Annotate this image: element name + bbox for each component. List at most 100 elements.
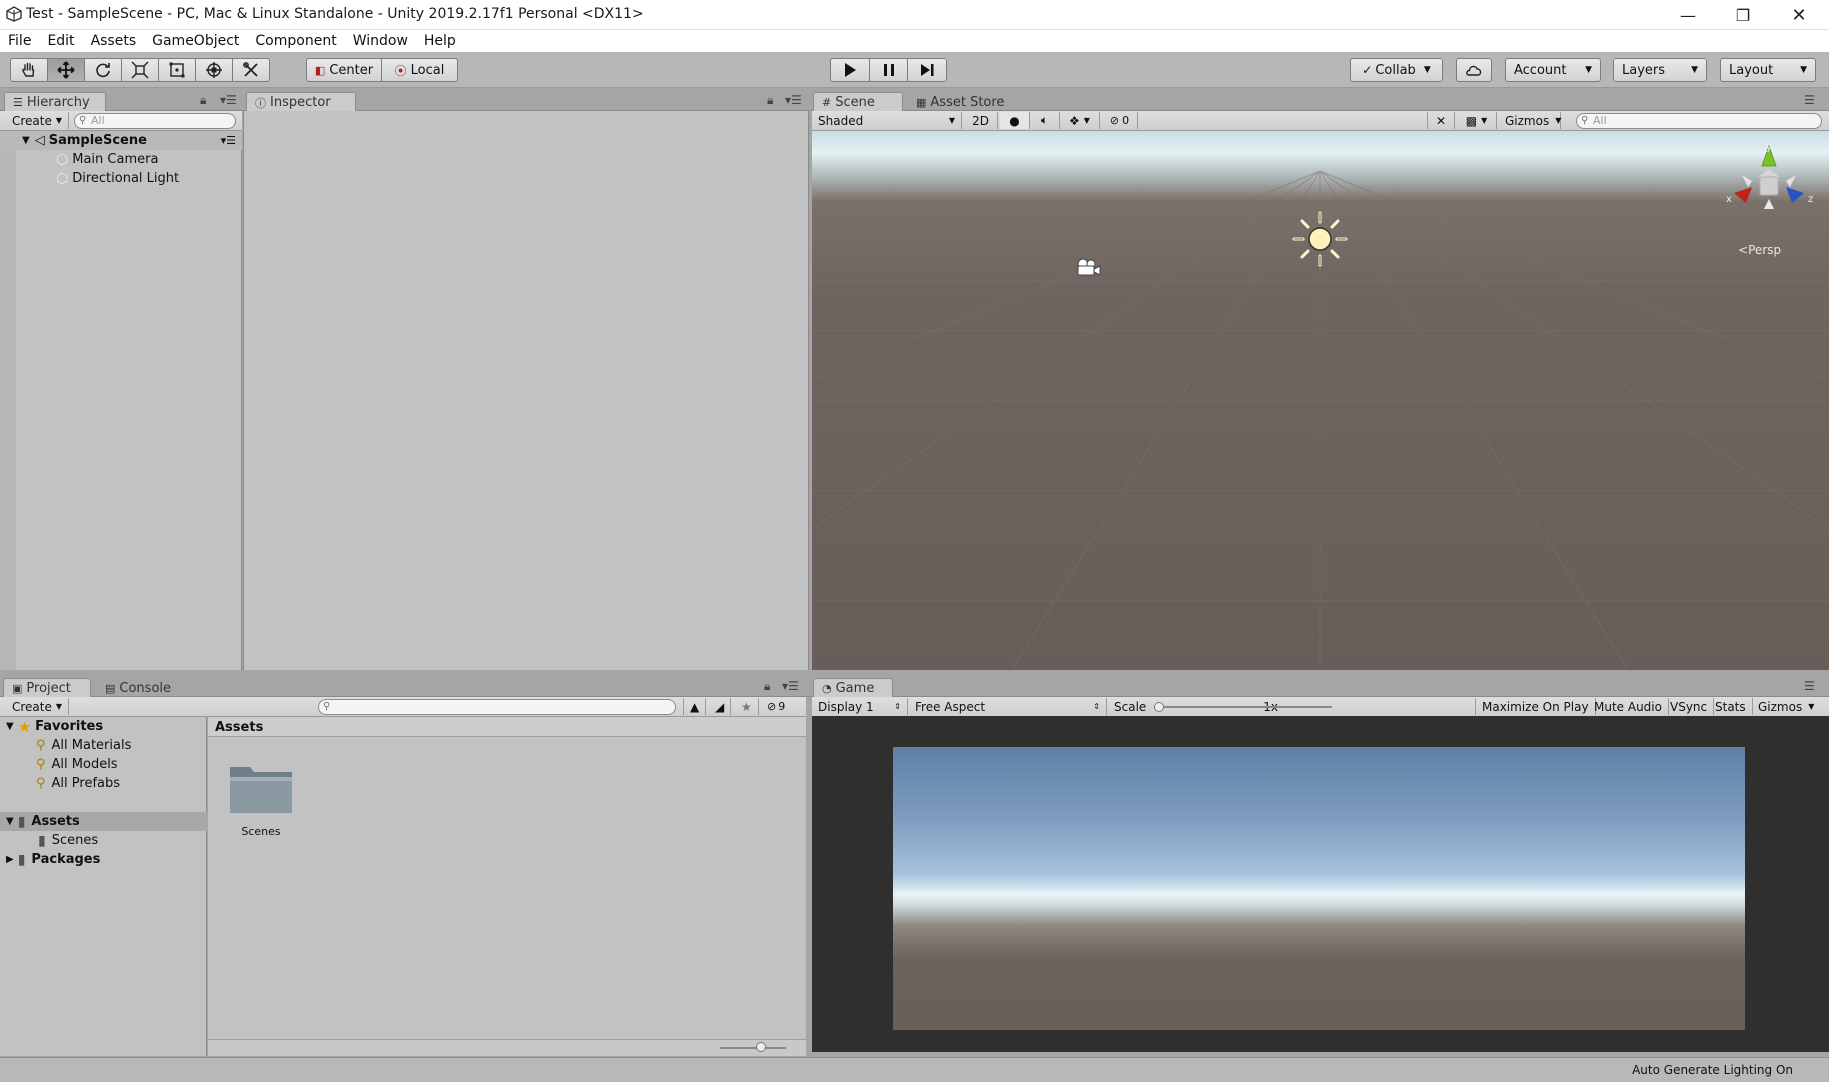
menu-component[interactable]: Component [247, 33, 344, 49]
project-footer [208, 1039, 806, 1056]
folder-item[interactable]: ▮ Scenes [0, 831, 98, 850]
menu-edit[interactable]: Edit [39, 33, 82, 49]
lock-icon[interactable]: 🔒︎ [767, 93, 773, 108]
scene-viewport[interactable]: y x z <Persp [812, 131, 1829, 670]
hand-tool-icon[interactable] [10, 58, 48, 82]
updown-arrows-icon: ⇕ [1093, 702, 1100, 711]
lock-icon[interactable]: 🔒︎ [200, 93, 206, 108]
cloud-button[interactable] [1456, 58, 1492, 82]
asset-folder-tile[interactable]: Scenes [226, 759, 296, 838]
pivot-rotation-button[interactable]: ⦿ Local [381, 58, 458, 82]
hierarchy-item[interactable]: ⬡ Main Camera [0, 150, 158, 169]
stats-label: Stats [1715, 699, 1746, 714]
menu-file[interactable]: File [0, 33, 39, 49]
project-create-button[interactable]: Create ▼ [6, 698, 70, 715]
scene-gizmos-dropdown[interactable]: Gizmos ▼ [1499, 112, 1561, 129]
collab-button[interactable]: ✓ Collab ▼ [1350, 58, 1443, 82]
breadcrumb-label[interactable]: Assets [215, 720, 263, 735]
game-gizmos-dropdown[interactable]: Gizmos ▼ [1752, 698, 1820, 715]
2d-mode-toggle[interactable]: 2D [964, 112, 998, 129]
mute-audio-label: Mute Audio [1594, 699, 1662, 714]
panel-menu-icon[interactable]: ☰ [1804, 679, 1815, 693]
projection-toggle[interactable]: <Persp [1738, 243, 1781, 257]
step-button[interactable] [907, 58, 947, 82]
shading-mode-dropdown[interactable]: Shaded ▼ [812, 112, 962, 129]
play-button[interactable] [830, 58, 870, 82]
stats-toggle[interactable]: Stats [1709, 698, 1753, 715]
panel-menu-icon[interactable]: ☰ [1804, 93, 1815, 107]
game-viewport[interactable] [893, 747, 1745, 1030]
layout-dropdown[interactable]: Layout ▼ [1720, 58, 1816, 82]
close-icon[interactable]: ✕ [1776, 0, 1822, 30]
search-icon: ⚲ [79, 115, 87, 126]
favorite-item[interactable]: ⚲ All Models [0, 755, 118, 774]
favorites-label: Favorites [35, 719, 104, 734]
menu-gameobject[interactable]: GameObject [144, 33, 247, 49]
hidden-packages-toggle[interactable]: ⊘ 9 [761, 698, 791, 715]
menu-window[interactable]: Window [345, 33, 416, 49]
lighting-toggle[interactable]: ● [1000, 112, 1030, 129]
project-search-input[interactable]: ⚲ [318, 699, 676, 715]
save-search-button[interactable]: ★ [735, 698, 759, 715]
account-dropdown[interactable]: Account ▼ [1505, 58, 1601, 82]
icon-size-slider-thumb[interactable] [756, 1042, 766, 1052]
icon-size-slider-track[interactable] [720, 1047, 786, 1049]
project-folder-tree: ▼ ★ Favorites ⚲ All Materials ⚲ All Mode… [0, 717, 207, 1056]
maximize-on-play-toggle[interactable]: Maximize On Play [1475, 698, 1596, 715]
vsync-toggle[interactable]: VSync [1664, 698, 1715, 715]
menu-help[interactable]: Help [416, 33, 464, 49]
search-by-label-button[interactable]: ◢ [709, 698, 732, 715]
pivot-mode-button[interactable]: ◧ Center [306, 58, 382, 82]
effects-dropdown[interactable]: ❖ ▼ [1060, 112, 1100, 129]
audio-toggle[interactable]: 🔈︎ [1030, 112, 1060, 129]
favorite-item[interactable]: ⚲ All Materials [0, 736, 131, 755]
rotate-tool-icon[interactable] [84, 58, 122, 82]
scale-slider[interactable] [1154, 701, 1333, 712]
tab-console[interactable]: ▤ Console [96, 678, 186, 698]
favorites-row[interactable]: ▼ ★ Favorites [0, 717, 103, 736]
scene-tools-button[interactable]: ✕ [1427, 112, 1455, 129]
display-dropdown[interactable]: Display 1 ⇕ [812, 698, 908, 715]
assets-folder-row[interactable]: ▼ ▮ Assets [0, 812, 207, 831]
tag-icon: ◢ [715, 699, 725, 714]
favorite-item[interactable]: ⚲ All Prefabs [0, 774, 120, 793]
camera-gizmo-icon[interactable] [1072, 257, 1102, 279]
scene-menu-icon[interactable]: ▾☰ [221, 134, 236, 147]
tab-inspector[interactable]: ⓘ Inspector [246, 92, 356, 112]
custom-tool-icon[interactable] [232, 58, 270, 82]
packages-folder-row[interactable]: ▶ ▮ Packages [0, 850, 100, 869]
hierarchy-search-input[interactable]: ⚲ All [74, 113, 236, 129]
hierarchy-scene-row[interactable]: ▼ ◁ SampleScene ▾☰ [0, 131, 242, 150]
layers-dropdown[interactable]: Layers ▼ [1613, 58, 1707, 82]
aspect-dropdown[interactable]: Free Aspect ⇕ [909, 698, 1107, 715]
minimize-icon[interactable]: — [1665, 0, 1711, 30]
move-tool-icon[interactable] [47, 58, 85, 82]
hierarchy-item[interactable]: ⬡ Directional Light [0, 169, 179, 188]
menu-assets[interactable]: Assets [83, 33, 145, 49]
tab-game[interactable]: ◔ Game [813, 678, 893, 698]
orientation-gizmo[interactable]: y x z [1722, 141, 1817, 226]
tab-asset-store[interactable]: ▦ Asset Store [907, 92, 1017, 112]
scene-search-input[interactable]: ⚲ All [1576, 113, 1822, 129]
play-icon [845, 63, 856, 77]
scale-slider-thumb[interactable] [1154, 701, 1165, 712]
tab-hierarchy[interactable]: ☰ Hierarchy [4, 92, 106, 112]
hidden-objects-toggle[interactable]: ⊘ 0 [1102, 112, 1138, 129]
lock-icon[interactable]: 🔒︎ [764, 679, 770, 694]
collab-label: Collab [1375, 62, 1416, 78]
hierarchy-create-button[interactable]: Create ▼ [6, 112, 70, 129]
tab-scene[interactable]: # Scene [813, 92, 903, 112]
tab-project[interactable]: ▣ Project [3, 678, 91, 698]
panel-menu-icon[interactable]: ▾☰ [782, 679, 799, 693]
mute-audio-toggle[interactable]: Mute Audio [1588, 698, 1669, 715]
scale-tool-icon[interactable] [121, 58, 159, 82]
panel-menu-icon[interactable]: ▾☰ [220, 93, 237, 107]
camera-settings-dropdown[interactable]: ▩ ▼ [1457, 112, 1497, 129]
directional-light-icon[interactable] [1290, 209, 1350, 269]
rect-tool-icon[interactable] [158, 58, 196, 82]
pause-button[interactable] [869, 58, 908, 82]
restore-icon[interactable]: ❐ [1720, 0, 1766, 30]
search-by-type-button[interactable]: ▲ [683, 698, 707, 715]
panel-menu-icon[interactable]: ▾☰ [785, 93, 802, 107]
transform-tool-icon[interactable] [195, 58, 233, 82]
